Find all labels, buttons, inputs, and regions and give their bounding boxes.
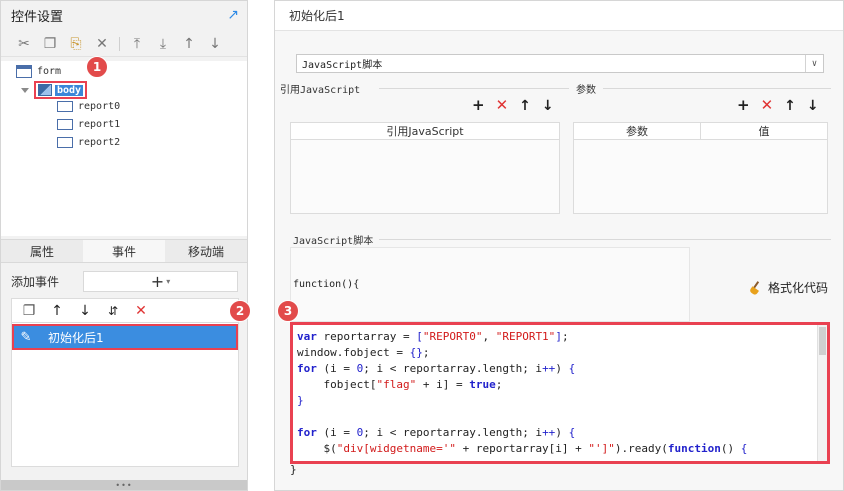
tree-toolbar: ✂ ❐ ⎘ ✕ ⤒ ⤓ ↑ ↓ xyxy=(1,31,247,57)
callout-badge-2: 2 xyxy=(229,300,251,322)
tree-node-body[interactable]: body xyxy=(21,81,88,99)
ref-js-table: 引用JavaScript xyxy=(290,122,560,214)
copy-icon[interactable]: ❐ xyxy=(41,35,59,53)
paste-icon[interactable]: ⎘ xyxy=(67,35,85,53)
event-item[interactable]: ✎ 初始化后1 xyxy=(12,324,238,350)
report-icon xyxy=(57,137,73,148)
delete-icon[interactable]: ✕ xyxy=(132,302,150,320)
move-bottom-icon[interactable]: ⤓ xyxy=(154,35,172,53)
panel-header: 控件设置 ↗ xyxy=(1,1,247,29)
tree-node-report0[interactable]: report0 xyxy=(57,101,120,112)
move-up-icon[interactable]: ↑ xyxy=(784,99,796,113)
edit-icon: ✎ xyxy=(20,329,32,345)
section-divider xyxy=(379,88,569,89)
tree-node-label: report1 xyxy=(78,119,121,130)
move-down-icon[interactable]: ↓ xyxy=(807,99,819,113)
ref-js-label: 引用JavaScript xyxy=(280,85,361,96)
delete-icon[interactable]: ✕ xyxy=(496,98,509,113)
move-down-icon[interactable]: ↓ xyxy=(542,99,554,113)
section-divider xyxy=(379,239,831,240)
move-up-icon[interactable]: ↑ xyxy=(180,35,198,53)
tree-node-label: report0 xyxy=(78,101,121,112)
add-event-label: 添加事件 xyxy=(11,275,60,289)
script-type-value: JavaScript脚本 xyxy=(302,60,383,71)
body-selection-highlight: body xyxy=(34,81,88,99)
event-editor-panel: 初始化后1 JavaScript脚本 ∨ 引用JavaScript 参数 + ✕… xyxy=(274,0,844,491)
tree-node-form[interactable]: form xyxy=(16,65,61,78)
editor-title: 初始化后1 xyxy=(275,1,843,31)
add-icon[interactable]: + xyxy=(472,98,485,113)
tree-node-report1[interactable]: report1 xyxy=(57,119,120,130)
code-scrollbar[interactable] xyxy=(817,325,827,461)
move-down-icon[interactable]: ↓ xyxy=(76,302,94,320)
column-header[interactable]: 参数 xyxy=(574,123,701,139)
event-item-label: 初始化后1 xyxy=(48,330,104,345)
callout-badge-3: 3 xyxy=(277,300,299,322)
delete-icon[interactable]: ✕ xyxy=(761,98,774,113)
table-header: 引用JavaScript xyxy=(291,123,559,140)
resize-handle[interactable]: ••• xyxy=(1,480,247,490)
move-up-icon[interactable]: ↑ xyxy=(519,99,531,113)
code-line: for (i = 0; i < reportarray.length; i++)… xyxy=(297,362,576,375)
move-up-icon[interactable]: ↑ xyxy=(48,302,66,320)
toolbar-divider xyxy=(119,36,120,51)
expand-icon[interactable]: ↗ xyxy=(227,7,239,23)
add-event-button[interactable]: + ▾ xyxy=(83,271,238,292)
params-toolbar: + ✕ ↑ ↓ xyxy=(737,98,819,113)
chevron-down-icon: ▾ xyxy=(166,277,171,286)
tab-events[interactable]: 事件 xyxy=(83,240,165,262)
event-list: ✎ 初始化后1 xyxy=(11,322,239,467)
tree-node-label: form xyxy=(37,66,62,77)
format-code-button[interactable]: 格式化代码 xyxy=(749,279,828,296)
report-icon xyxy=(57,119,73,130)
report-icon xyxy=(57,101,73,112)
ref-js-toolbar: + ✕ ↑ ↓ xyxy=(472,98,554,113)
params-table: 参数 值 xyxy=(573,122,828,214)
form-icon xyxy=(16,65,32,78)
function-closing-brace: } xyxy=(290,463,297,476)
code-line: fobject["flag" + i] = true; xyxy=(297,378,503,391)
move-down-icon[interactable]: ↓ xyxy=(206,35,224,53)
scrollbar-thumb[interactable] xyxy=(819,327,826,355)
code-line: $("div[widgetname='" + reportarray[i] + … xyxy=(297,442,748,455)
code-line: var reportarray = ["REPORT0", "REPORT1"]… xyxy=(297,330,569,343)
column-header[interactable]: 值 xyxy=(701,123,827,139)
format-code-label: 格式化代码 xyxy=(768,281,829,295)
script-section-label: JavaScript脚本 xyxy=(293,236,374,247)
code-line: } xyxy=(297,394,304,407)
panel-title: 控件设置 xyxy=(11,9,64,25)
settings-tabs: 属性 事件 移动端 xyxy=(1,239,247,263)
delete-icon[interactable]: ✕ xyxy=(93,35,111,53)
chevron-down-icon[interactable]: ∨ xyxy=(805,55,823,72)
script-type-select[interactable]: JavaScript脚本 ∨ xyxy=(296,54,824,73)
table-header: 参数 值 xyxy=(574,123,827,140)
tab-mobile[interactable]: 移动端 xyxy=(165,240,247,262)
body-icon xyxy=(38,84,52,96)
add-icon[interactable]: + xyxy=(737,98,750,113)
cut-icon[interactable]: ✂ xyxy=(15,35,33,53)
copy-icon[interactable]: ❐ xyxy=(20,302,38,320)
plus-icon: + xyxy=(150,272,165,291)
control-settings-panel: 控件设置 ↗ ✂ ❐ ⎘ ✕ ⤒ ⤓ ↑ ↓ form body report0 xyxy=(0,0,251,491)
code-editor[interactable]: var reportarray = ["REPORT0", "REPORT1"]… xyxy=(290,322,830,464)
event-toolbar: ❐ ↑ ↓ ⇵ ✕ xyxy=(11,298,239,322)
tree-node-label: report2 xyxy=(78,137,121,148)
broom-icon xyxy=(749,281,763,295)
params-label: 参数 xyxy=(576,85,596,96)
callout-badge-1: 1 xyxy=(86,56,108,78)
section-divider xyxy=(603,88,831,89)
chevron-down-icon[interactable] xyxy=(21,87,29,93)
tree-node-label: body xyxy=(55,84,84,96)
code-line: window.fobject = {}; xyxy=(297,346,430,359)
column-header[interactable]: 引用JavaScript xyxy=(291,123,559,139)
code-line: for (i = 0; i < reportarray.length; i++)… xyxy=(297,426,576,439)
sort-icon[interactable]: ⇵ xyxy=(104,302,122,320)
widget-tree: form body report0 report1 report2 xyxy=(1,61,247,236)
tab-properties[interactable]: 属性 xyxy=(1,240,83,262)
function-header: function(){ xyxy=(293,279,360,290)
move-top-icon[interactable]: ⤒ xyxy=(128,35,146,53)
tree-node-report2[interactable]: report2 xyxy=(57,137,120,148)
